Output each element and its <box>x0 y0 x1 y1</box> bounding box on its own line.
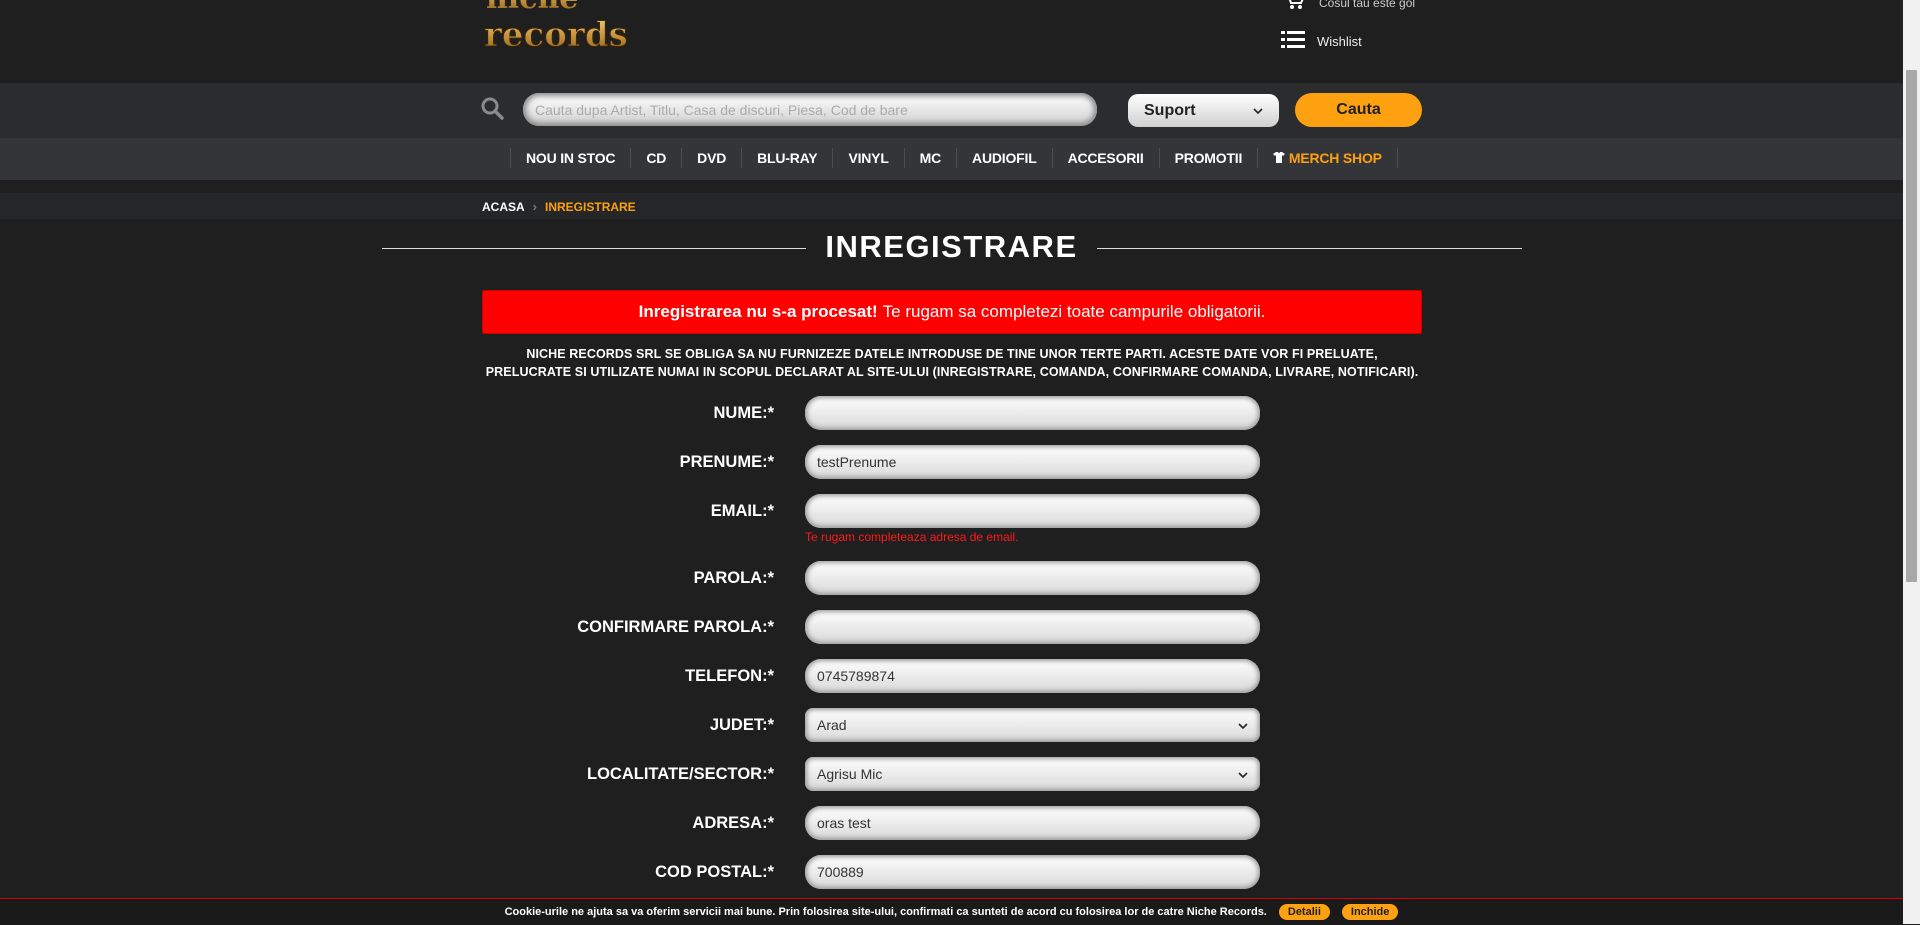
prenume-input[interactable]: testPrenume <box>805 445 1260 479</box>
merch-shop-label: MERCH SHOP <box>1288 150 1382 166</box>
localitate-select-value: Agrisu Mic <box>817 766 883 782</box>
chevron-down-icon <box>1238 717 1248 733</box>
judet-select[interactable]: Arad <box>805 708 1260 742</box>
cookie-close-button[interactable]: Inchide <box>1341 904 1399 920</box>
nav-item-accesorii[interactable]: ACCESORII <box>1053 148 1160 168</box>
parola-label: PAROLA:* <box>693 569 774 587</box>
svg-text:records: records <box>484 15 628 54</box>
chevron-down-icon <box>1238 766 1248 782</box>
email-input[interactable] <box>805 494 1260 528</box>
breadcrumb-bar <box>0 193 1903 219</box>
telefon-input[interactable]: 0745789874 <box>805 659 1260 693</box>
nav-item-promotii[interactable]: PROMOTII <box>1160 148 1259 168</box>
error-alert: Inregistrarea nu s-a procesat! Te rugam … <box>482 290 1422 334</box>
support-select[interactable]: Suport <box>1128 94 1279 127</box>
confirm-password-label: CONFIRMARE PAROLA:* <box>577 618 774 636</box>
search-icon <box>480 96 504 120</box>
email-error: Te rugam completeaza adresa de email. <box>805 530 1019 544</box>
breadcrumb-current: INREGISTRARE <box>545 199 636 214</box>
wishlist-label: Wishlist <box>1317 34 1362 49</box>
nume-label: NUME:* <box>713 404 775 422</box>
chevron-down-icon <box>1253 102 1263 120</box>
password-input[interactable] <box>805 561 1260 595</box>
cart-link[interactable]: Cosul tau este gol <box>1283 0 1415 13</box>
nav-item-mc[interactable]: MC <box>905 148 958 168</box>
adresa-label: ADRESA:* <box>692 814 774 832</box>
tshirt-icon <box>1273 150 1289 166</box>
nav-item-vinyl[interactable]: VINYL <box>833 148 905 168</box>
breadcrumb-home[interactable]: ACASA <box>482 200 525 214</box>
prenume-label: PRENUME:* <box>679 453 774 471</box>
cookie-banner: Cookie-urile ne ajuta sa va oferim servi… <box>0 898 1903 925</box>
nav-item-dvd[interactable]: DVD <box>682 148 743 168</box>
judet-label: JUDET:* <box>709 716 774 734</box>
cart-icon <box>1283 0 1305 13</box>
cod-postal-input[interactable]: 700889 <box>805 855 1260 889</box>
page-title: INREGISTRARE <box>825 229 1078 264</box>
cod-postal-label: COD POSTAL:* <box>655 863 774 881</box>
privacy-notice: NICHE RECORDS SRL SE OBLIGA SA NU FURNIZ… <box>485 347 1419 379</box>
alert-text: Te rugam sa completezi toate campurile o… <box>882 302 1266 321</box>
chevron-right-icon: › <box>532 199 538 214</box>
cookie-details-button[interactable]: Detalii <box>1278 904 1330 920</box>
wishlist-link[interactable]: Wishlist <box>1281 30 1362 53</box>
list-icon <box>1281 30 1305 53</box>
localitate-label: LOCALITATE/SECTOR:* <box>587 765 774 783</box>
confirm-password-input[interactable] <box>805 610 1260 644</box>
svg-text:niche: niche <box>486 0 578 16</box>
search-button[interactable]: Cauta <box>1295 93 1422 127</box>
alert-bold-text: Inregistrarea nu s-a procesat! <box>638 302 878 321</box>
adresa-input[interactable]: oras test <box>805 806 1260 840</box>
cookie-text: Cookie-urile ne ajuta sa va oferim servi… <box>504 906 1267 918</box>
nav-item-audiofil[interactable]: AUDIOFIL <box>957 148 1053 168</box>
page-scrollbar[interactable] <box>1903 0 1920 924</box>
cart-status-text: Cosul tau este gol <box>1319 0 1416 10</box>
localitate-select[interactable]: Agrisu Mic <box>805 757 1260 791</box>
nav-item-cd[interactable]: CD <box>631 148 683 168</box>
breadcrumb: ACASA › INREGISTRARE <box>482 199 636 214</box>
telefon-label: TELEFON:* <box>685 667 774 685</box>
nav-item-merch-shop[interactable]: MERCH SHOP <box>1258 148 1398 168</box>
header <box>0 0 1903 83</box>
support-select-value: Suport <box>1144 101 1196 119</box>
niche-records-logo[interactable]: niche records <box>482 0 636 54</box>
search-input[interactable] <box>523 93 1097 126</box>
nav-item-blu-ray[interactable]: BLU-RAY <box>742 148 834 168</box>
nav-menu: NOU IN STOC CD DVD BLU-RAY VINYL MC AUDI… <box>510 148 1398 168</box>
scrollbar-thumb[interactable] <box>1906 70 1917 582</box>
nav-item-nou-in-stoc[interactable]: NOU IN STOC <box>511 148 632 168</box>
nume-input[interactable] <box>805 396 1260 430</box>
email-label: EMAIL:* <box>710 502 774 520</box>
judet-select-value: Arad <box>817 717 847 733</box>
